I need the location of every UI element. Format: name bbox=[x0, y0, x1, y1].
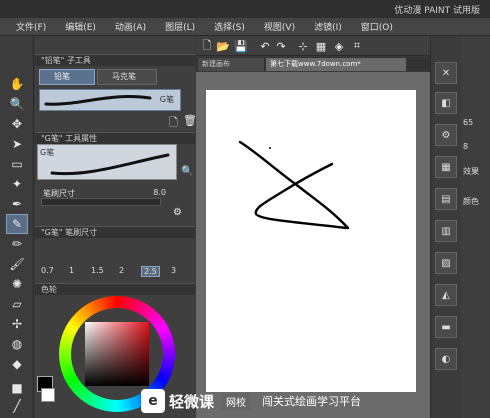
tool-property-brush-name: G笔 bbox=[40, 148, 55, 157]
watermark-brand: 轻微课 bbox=[169, 392, 215, 411]
right-icon-strip: ✕ ◧ ⚙ ▦ ▤ ▥ ▨ ◭ ▬ ◐ bbox=[430, 36, 460, 418]
clear-icon[interactable]: ▦ bbox=[314, 39, 328, 53]
tool-property-preview: G笔 bbox=[37, 144, 177, 180]
animation-icon[interactable]: ▬ bbox=[435, 316, 457, 338]
new-file-icon[interactable]: 🗋 bbox=[200, 39, 214, 53]
watermark-slogan: 闯关式绘画学习平台 bbox=[262, 395, 362, 408]
gear-icon[interactable]: ⚙ bbox=[173, 207, 182, 218]
tool-property-header: "G笔" 工具属性 bbox=[35, 132, 195, 144]
g-pen-stroke bbox=[50, 153, 170, 176]
gradient-icon[interactable]: ◆ bbox=[6, 354, 28, 374]
saturation-value-square[interactable] bbox=[85, 322, 149, 386]
canvas-area bbox=[196, 72, 430, 418]
document-tabs: 新建画布 第七下载www.7down.com* bbox=[196, 57, 430, 71]
search-layer-icon[interactable]: ▨ bbox=[435, 252, 457, 274]
title-bar: 优动漫 PAINT 试用版 bbox=[0, 0, 490, 18]
color-wheel-header: 色轮 bbox=[35, 283, 195, 295]
sub-color-swatch[interactable] bbox=[41, 388, 55, 402]
size-preset[interactable]: 1 bbox=[69, 266, 74, 275]
subtool-tab-pencil[interactable]: 铅笔 bbox=[39, 69, 95, 85]
tool-palette: ✋ 🔍 ✥ ➤ ▭ ✦ ✒ ✎ ✏ 🖌 ✺ ▱ ✢ ◍ ◆ ■ ╱ bbox=[0, 36, 34, 418]
menu-window[interactable]: 窗口(O) bbox=[361, 20, 393, 33]
right-value-b: 8 bbox=[463, 142, 469, 151]
brush-preview[interactable]: G笔 bbox=[39, 89, 181, 111]
pen-tool-icon[interactable]: ✎ bbox=[6, 214, 28, 234]
menu-edit[interactable]: 编辑(E) bbox=[65, 20, 96, 33]
pencil-icon[interactable]: ✏ bbox=[6, 234, 28, 254]
size-preset[interactable]: 2 bbox=[119, 266, 124, 275]
menu-select[interactable]: 选择(S) bbox=[214, 20, 245, 33]
brush-size-header: "G笔" 笔刷尺寸 bbox=[35, 226, 195, 238]
size-preset[interactable]: 3 bbox=[171, 266, 176, 275]
navigator-icon[interactable]: ✕ bbox=[435, 62, 457, 84]
menu-bar: 文件(F) 编辑(E) 动画(A) 图层(L) 选择(S) 视图(V) 滤镜(I… bbox=[0, 18, 490, 36]
brush-icon[interactable]: 🖌 bbox=[6, 254, 28, 274]
selection-icon[interactable]: ▭ bbox=[6, 154, 28, 174]
open-folder-icon[interactable]: 📂 bbox=[216, 39, 230, 53]
fill-icon[interactable]: ◍ bbox=[6, 334, 28, 354]
blend-icon[interactable]: ✢ bbox=[6, 314, 28, 334]
save-icon[interactable]: 💾 bbox=[234, 39, 248, 53]
brush-name: G笔 bbox=[159, 95, 174, 104]
auto-select-icon[interactable]: ✦ bbox=[6, 174, 28, 194]
brush-size-presets: 0.7 1 1.5 2 2.5 3 bbox=[39, 242, 189, 282]
watermark: e 轻微课 网校 闯关式绘画学习平台 bbox=[141, 388, 361, 414]
menu-view[interactable]: 视图(V) bbox=[264, 20, 295, 33]
watermark-logo-icon: e bbox=[141, 389, 165, 413]
search-icon[interactable]: 🔍 bbox=[181, 166, 193, 177]
color-wheel-label: 色轮 bbox=[41, 285, 57, 294]
crop-icon[interactable]: ⌗ bbox=[350, 39, 364, 53]
menu-file[interactable]: 文件(F) bbox=[16, 20, 46, 33]
undo-icon[interactable]: ↶ bbox=[258, 39, 272, 53]
eyedropper-icon[interactable]: ✒ bbox=[6, 194, 28, 214]
operation-icon[interactable]: ➤ bbox=[6, 134, 28, 154]
canvas-toolbar: 🗋 📂 💾 ↶ ↷ ⊹ ▦ ◈ ⌗ bbox=[196, 36, 430, 56]
brush-size-slider[interactable] bbox=[41, 198, 161, 206]
color-label: 颜色 bbox=[463, 197, 479, 206]
material-icon[interactable]: ⚙ bbox=[435, 124, 457, 146]
history-icon[interactable]: ▥ bbox=[435, 220, 457, 242]
app-title: 优动漫 PAINT 试用版 bbox=[394, 6, 480, 16]
size-preset[interactable]: 0.7 bbox=[41, 266, 54, 275]
layer-icon[interactable]: ▤ bbox=[435, 188, 457, 210]
move-layer-icon[interactable]: ✥ bbox=[6, 114, 28, 134]
eraser-icon[interactable]: ▱ bbox=[6, 294, 28, 314]
menu-filter[interactable]: 滤镜(I) bbox=[314, 20, 342, 33]
right-panel: 65 8 效果 颜色 bbox=[461, 36, 490, 418]
line-tool-icon[interactable]: ╱ bbox=[6, 396, 28, 416]
add-subtool-icon[interactable]: 🗋 bbox=[169, 114, 178, 133]
layer-property-icon[interactable]: ▦ bbox=[435, 156, 457, 178]
size-preset[interactable]: 1.5 bbox=[91, 266, 104, 275]
redo-icon[interactable]: ↷ bbox=[274, 39, 288, 53]
size-preset-selected[interactable]: 2.5 bbox=[141, 266, 160, 277]
effect-label: 效果 bbox=[463, 167, 479, 176]
move-hand-icon[interactable]: ✋ bbox=[6, 74, 28, 94]
menu-layer[interactable]: 图层(L) bbox=[165, 20, 195, 33]
preview-icon[interactable]: ◐ bbox=[435, 348, 457, 370]
transform-icon[interactable]: ⊹ bbox=[296, 39, 310, 53]
trash-icon[interactable]: 🗑 bbox=[183, 114, 197, 127]
left-panels: "铅笔" 子工具 铅笔 马克笔 G笔 🗋 🗑 "G笔" 工具属性 G笔 🔍 笔刷… bbox=[35, 36, 197, 418]
doc-tab-new-canvas[interactable]: 新建画布 bbox=[198, 58, 264, 71]
color-swatch-icon[interactable]: ■ bbox=[6, 378, 28, 398]
zoom-icon[interactable]: 🔍 bbox=[6, 94, 28, 114]
subtool-tab-marker[interactable]: 马克笔 bbox=[97, 69, 157, 85]
brush-size-value[interactable]: 8.0 bbox=[153, 188, 166, 197]
doc-tab-active[interactable]: 第七下载www.7down.com* bbox=[266, 58, 406, 71]
menu-animation[interactable]: 动画(A) bbox=[115, 20, 146, 33]
drawn-strokes bbox=[238, 140, 350, 230]
drawing-paper[interactable] bbox=[206, 90, 416, 392]
subtool-panel-header: "铅笔" 子工具 bbox=[35, 54, 195, 66]
watermark-tag: 网校 bbox=[222, 392, 251, 410]
sub-view-icon[interactable]: ◧ bbox=[435, 92, 457, 114]
right-value-a: 65 bbox=[463, 118, 474, 127]
fill-bucket-icon[interactable]: ◈ bbox=[332, 39, 346, 53]
image-material-icon[interactable]: ◭ bbox=[435, 284, 457, 306]
airbrush-icon[interactable]: ✺ bbox=[6, 274, 28, 294]
